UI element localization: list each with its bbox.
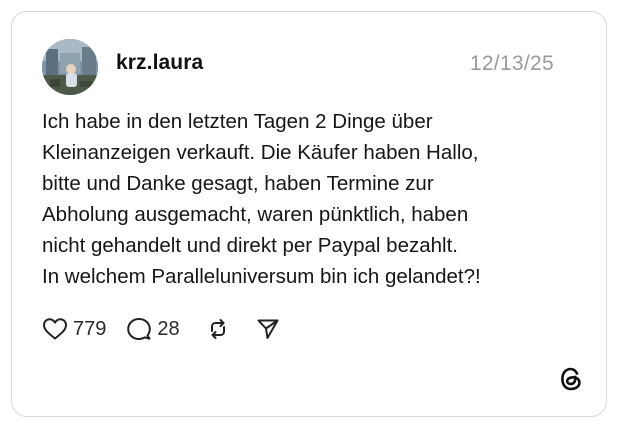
paper-plane-icon — [256, 317, 280, 341]
avatar-photo — [42, 39, 98, 95]
action-bar: 779 28 — [42, 312, 280, 346]
post-date: 12/13/25 — [469, 52, 554, 75]
threads-logo-icon — [556, 364, 586, 394]
post-text-line: Kleinanzeigen verkauft. Die Käufer haben… — [42, 141, 479, 164]
post-body: Ich habe in den letzten Tagen 2 Dinge üb… — [42, 106, 582, 292]
post-text-line: Ich habe in den letzten Tagen 2 Dinge üb… — [42, 110, 433, 133]
share-button[interactable] — [256, 312, 280, 346]
speech-bubble-icon — [126, 317, 152, 341]
post-text-line: In welchem Paralleluniversum bin ich gel… — [42, 265, 481, 288]
heart-icon — [42, 317, 68, 341]
post-card: krz.laura 12/13/25 Ich habe in den letzt… — [11, 11, 607, 417]
like-count: 779 — [73, 317, 107, 340]
like-button[interactable]: 779 — [42, 312, 106, 346]
avatar[interactable] — [42, 39, 98, 95]
post-text-line: bitte und Danke gesagt, haben Termine zu… — [42, 172, 434, 195]
reply-count: 28 — [157, 317, 180, 340]
repost-button[interactable] — [206, 312, 230, 346]
repost-arrows-icon — [206, 317, 230, 341]
post-text-line: nicht gehandelt und direkt per Paypal be… — [42, 234, 458, 257]
reply-button[interactable]: 28 — [126, 312, 180, 346]
post-text-line: Abholung ausgemacht, waren pünktlich, ha… — [42, 203, 469, 226]
username[interactable]: krz.laura — [116, 51, 203, 75]
